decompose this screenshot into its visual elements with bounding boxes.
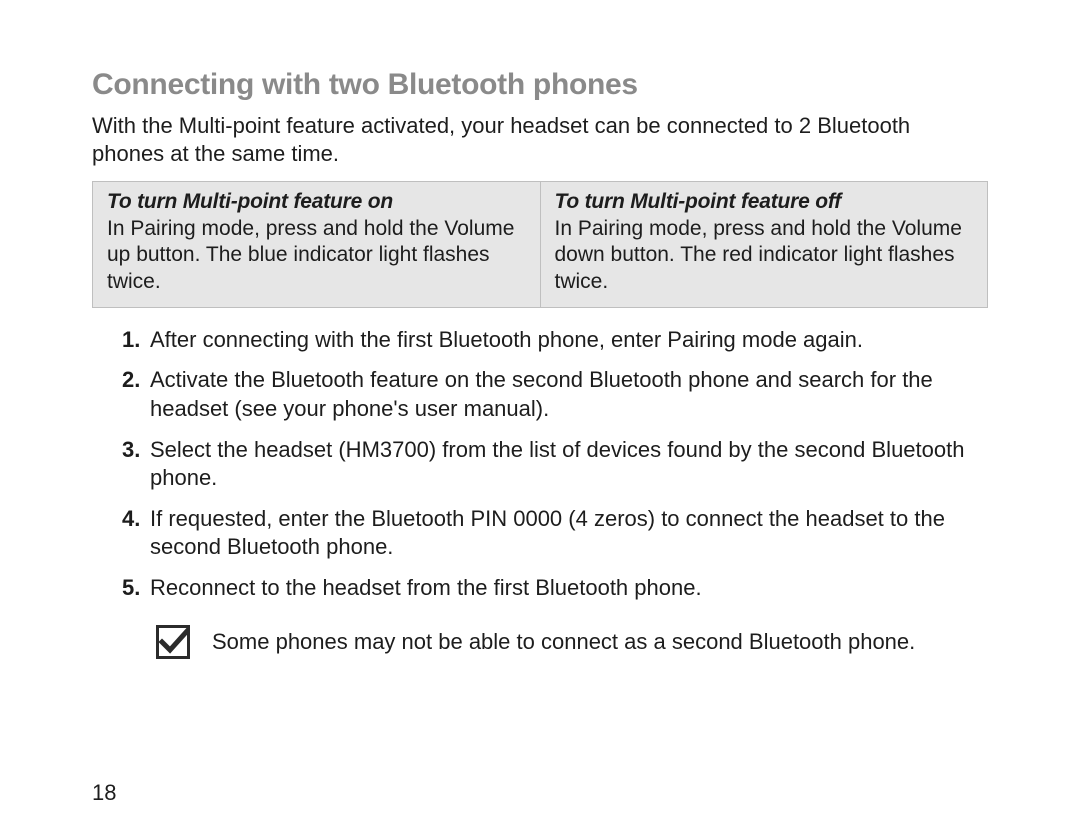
cell-body-on: In Pairing mode, press and hold the Volu…: [107, 216, 526, 295]
cell-title-on: To turn Multi-point feature on: [107, 190, 526, 214]
step-text: Activate the Bluetooth feature on the se…: [150, 367, 933, 421]
cell-title-off: To turn Multi-point feature off: [555, 190, 974, 214]
section-heading: Connecting with two Bluetooth phones: [92, 68, 988, 102]
step-number: 2.: [122, 366, 140, 395]
list-item: 5. Reconnect to the headset from the fir…: [122, 574, 988, 603]
step-text: Select the headset (HM3700) from the lis…: [150, 437, 964, 491]
intro-paragraph: With the Multi-point feature activated, …: [92, 112, 988, 167]
step-text: Reconnect to the headset from the first …: [150, 575, 702, 600]
check-icon: [156, 625, 190, 659]
cell-body-off: In Pairing mode, press and hold the Volu…: [555, 216, 974, 295]
multipoint-feature-table: To turn Multi-point feature on In Pairin…: [92, 181, 988, 308]
step-number: 5.: [122, 574, 140, 603]
note-text: Some phones may not be able to connect a…: [212, 629, 915, 655]
list-item: 4. If requested, enter the Bluetooth PIN…: [122, 505, 988, 562]
page-number: 18: [92, 780, 116, 806]
list-item: 2. Activate the Bluetooth feature on the…: [122, 366, 988, 423]
step-number: 1.: [122, 326, 140, 355]
step-text: After connecting with the first Bluetoot…: [150, 327, 863, 352]
note-row: Some phones may not be able to connect a…: [92, 625, 988, 659]
step-number: 3.: [122, 436, 140, 465]
steps-list: 1. After connecting with the first Bluet…: [92, 326, 988, 603]
step-number: 4.: [122, 505, 140, 534]
list-item: 3. Select the headset (HM3700) from the …: [122, 436, 988, 493]
manual-page: Connecting with two Bluetooth phones Wit…: [0, 0, 1080, 840]
step-text: If requested, enter the Bluetooth PIN 00…: [150, 506, 945, 560]
table-cell-off: To turn Multi-point feature off In Pairi…: [540, 182, 988, 308]
list-item: 1. After connecting with the first Bluet…: [122, 326, 988, 355]
table-cell-on: To turn Multi-point feature on In Pairin…: [93, 182, 541, 308]
